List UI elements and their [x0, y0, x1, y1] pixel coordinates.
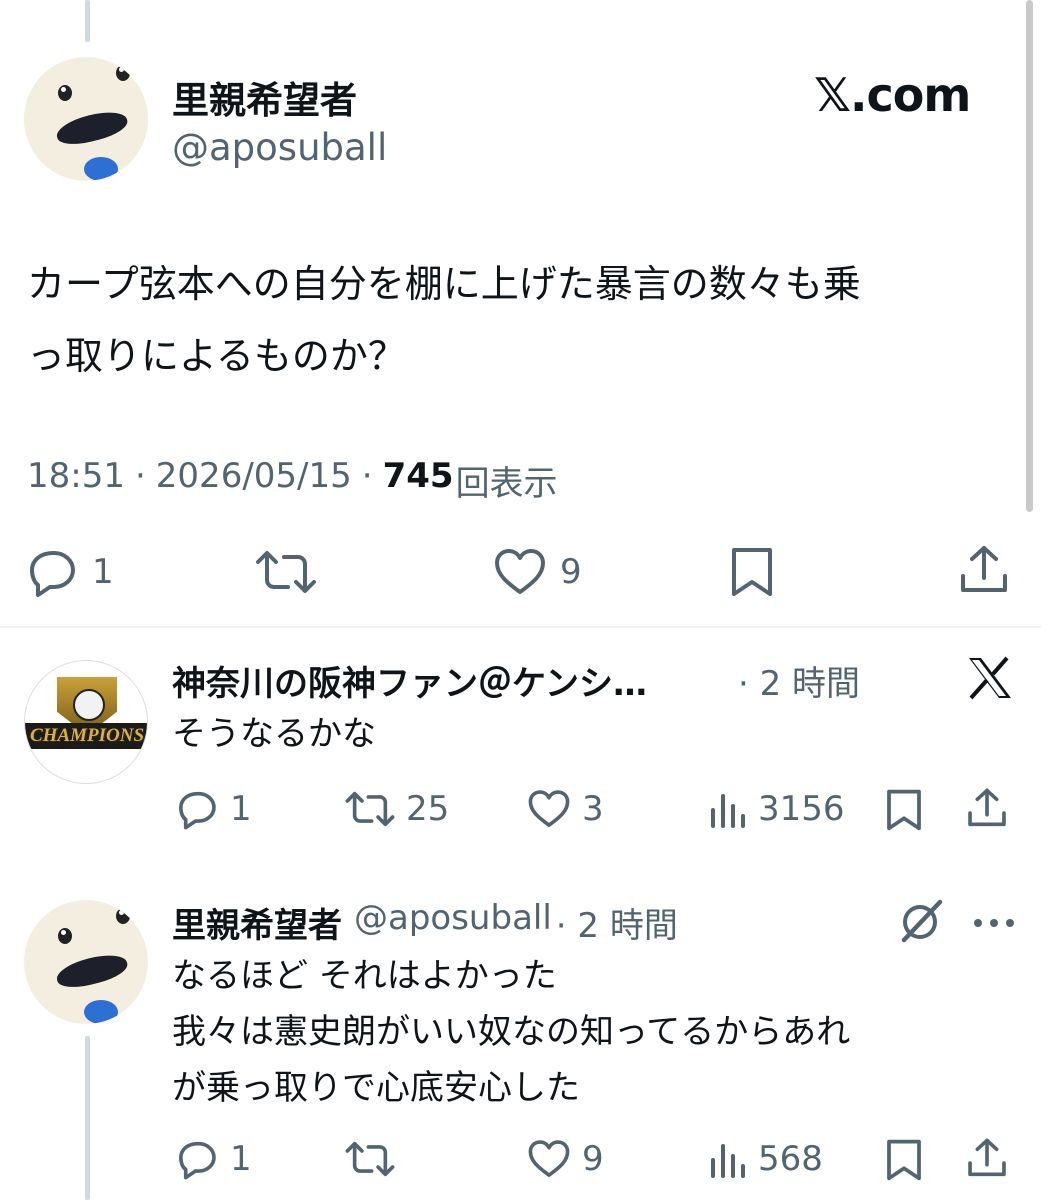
- avatar[interactable]: CHAMPIONS: [24, 660, 148, 784]
- retweet-button[interactable]: [254, 546, 318, 598]
- retweet-icon: [256, 551, 316, 593]
- mascot-collar: [84, 1000, 118, 1024]
- bookmark-icon: [887, 1139, 921, 1181]
- x-logo-icon[interactable]: [966, 656, 1014, 704]
- mascot-eye: [116, 65, 130, 81]
- reply-display-name[interactable]: 神奈川の阪神ファン＠ケンシ…: [172, 656, 647, 705]
- retweet-button[interactable]: [344, 1138, 396, 1180]
- mascot-eye: [58, 85, 72, 101]
- like-button[interactable]: 3: [526, 788, 604, 830]
- like-icon: [495, 549, 545, 594]
- views-icon: [711, 1144, 745, 1178]
- grok-icon[interactable]: [898, 898, 946, 948]
- reply-time[interactable]: · 2 時間: [738, 656, 860, 705]
- display-name[interactable]: 里親希望者: [172, 70, 357, 124]
- bookmark-icon: [732, 548, 772, 596]
- like-button[interactable]: 9: [492, 546, 582, 598]
- view-count: 568: [758, 1139, 823, 1179]
- share-button[interactable]: [966, 786, 1008, 832]
- views-icon: [711, 794, 745, 828]
- reply-button[interactable]: 1: [174, 1138, 252, 1180]
- views-label: 回表示: [455, 464, 558, 504]
- like-icon: [528, 790, 570, 827]
- share-icon: [961, 546, 1007, 592]
- meta-separator: ·: [134, 456, 146, 496]
- mascot-mouth: [53, 106, 131, 150]
- reply-text: そうなるかな: [172, 714, 376, 754]
- view-count: 3156: [758, 789, 845, 829]
- share-button[interactable]: [966, 1136, 1008, 1182]
- bookmark-button[interactable]: [884, 788, 924, 832]
- bookmark-button[interactable]: [884, 1138, 924, 1182]
- avatar-text: CHAMPIONS: [25, 723, 147, 749]
- reply-icon: [179, 791, 216, 830]
- thread-line-reply: [85, 1036, 90, 1200]
- like-button[interactable]: 9: [526, 1138, 604, 1180]
- reply-count: 1: [230, 1139, 252, 1179]
- like-count: 3: [582, 789, 604, 829]
- reply-button[interactable]: 1: [174, 788, 252, 830]
- handle[interactable]: @aposuball: [172, 126, 387, 169]
- champions-badge: [39, 673, 135, 769]
- share-icon: [968, 788, 1006, 827]
- reply-icon: [179, 1141, 216, 1180]
- retweet-count: 25: [406, 789, 450, 829]
- thread-line-top: [85, 0, 90, 42]
- views-button[interactable]: 3156: [708, 788, 845, 830]
- reply-display-name[interactable]: 里親希望者: [172, 898, 342, 947]
- retweet-icon: [345, 1141, 395, 1177]
- avatar[interactable]: [24, 900, 148, 1024]
- share-button[interactable]: [958, 544, 1010, 598]
- views-button[interactable]: 568: [708, 1138, 823, 1180]
- reply-text-line-1: なるほど それはよかった: [172, 956, 557, 996]
- brand-logo: 𝕏.com: [814, 68, 971, 122]
- bookmark-icon: [887, 789, 921, 831]
- scrollbar[interactable]: [1026, 0, 1033, 512]
- reply-count: 1: [92, 552, 114, 592]
- reply-count: 1: [230, 789, 252, 829]
- tweet-time[interactable]: 18:51: [27, 456, 125, 505]
- share-icon: [968, 1138, 1006, 1177]
- mascot-eye: [116, 908, 130, 924]
- divider: [0, 626, 1041, 628]
- views-count: 745: [382, 456, 454, 496]
- mascot-eye: [58, 928, 72, 944]
- reply-handle[interactable]: @aposuball: [354, 898, 552, 947]
- like-icon: [528, 1140, 570, 1177]
- reply-text-line-3: が乗っ取りで心底安心した: [172, 1068, 580, 1108]
- reply-icon: [30, 551, 75, 597]
- tweet-meta: 18:51 · 2026/05/15 · 745 回表示: [27, 456, 558, 505]
- reply-button[interactable]: 1: [24, 546, 114, 598]
- tweet-text-line-1: カープ弦本への自分を棚に上げた暴言の数々も乗: [27, 262, 861, 306]
- reply-text-line-2: 我々は憲史朗がいい奴なの知ってるからあれ: [172, 1012, 851, 1052]
- retweet-icon: [345, 791, 395, 827]
- reply-time[interactable]: · 2 時間: [556, 898, 678, 947]
- retweet-button[interactable]: 25: [344, 788, 449, 830]
- meta-separator: ·: [361, 456, 373, 496]
- avatar[interactable]: [24, 57, 148, 181]
- more-icon[interactable]: [972, 914, 1016, 933]
- bookmark-button[interactable]: [728, 546, 776, 598]
- mascot-collar: [84, 157, 118, 181]
- like-count: 9: [560, 552, 582, 592]
- mascot-mouth: [53, 949, 131, 993]
- like-count: 9: [582, 1139, 604, 1179]
- tweet-date[interactable]: 2026/05/15: [156, 456, 352, 505]
- reply-header: 里親希望者 @aposuball · 2 時間: [172, 898, 678, 947]
- tweet-text-line-2: っ取りによるものか？: [27, 334, 406, 378]
